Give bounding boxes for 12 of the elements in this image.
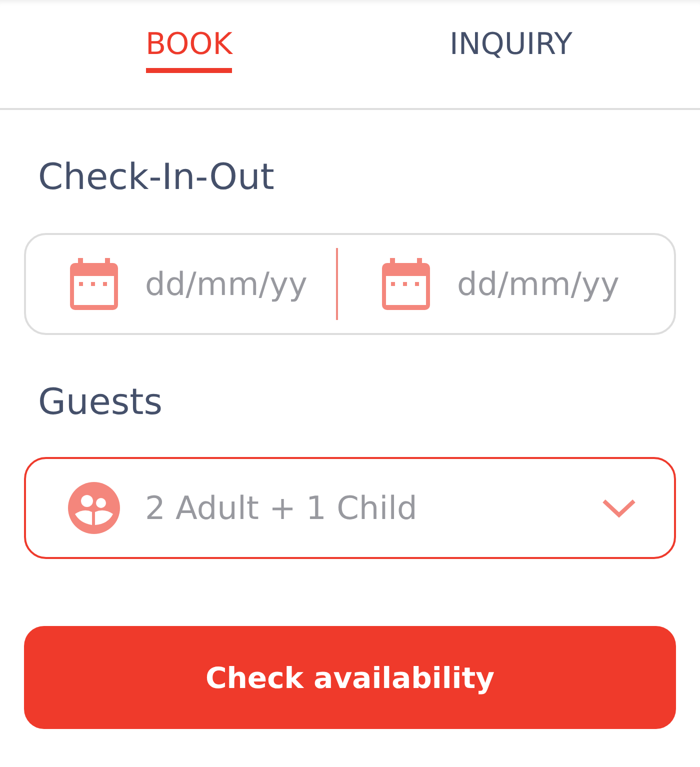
- guests-dropdown[interactable]: 2 Adult + 1 Child: [24, 457, 676, 559]
- date-input-field[interactable]: dd/mm/yy: [145, 262, 336, 306]
- tab[interactable]: INQUIRY: [450, 28, 572, 73]
- people-icon: [68, 482, 120, 534]
- chevron-down-icon: [602, 498, 636, 518]
- date-input-field[interactable]: dd/mm/yy: [457, 262, 674, 306]
- field-label: Guests: [37, 381, 164, 425]
- calendar-icon: [70, 258, 118, 310]
- field-label: Check-In-Out: [37, 156, 276, 200]
- tab[interactable]: BOOK: [146, 28, 232, 73]
- check-availability-button[interactable]: Check availability: [24, 626, 676, 729]
- calendar-icon: [382, 258, 430, 310]
